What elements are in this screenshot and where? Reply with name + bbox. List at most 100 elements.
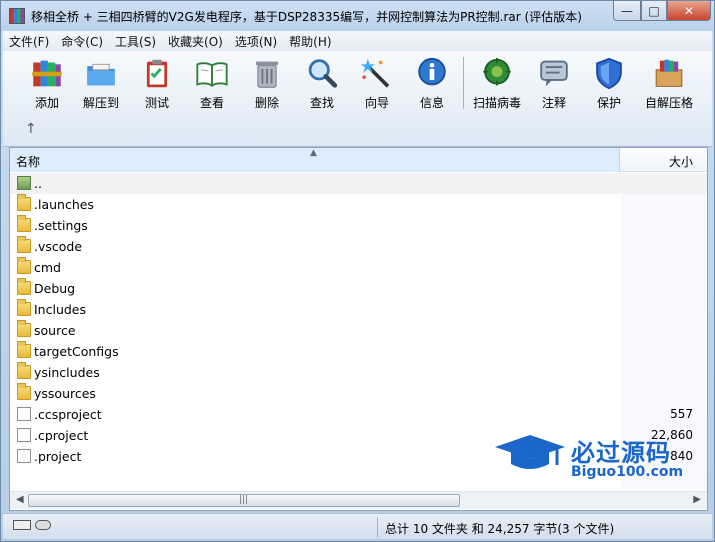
list-item-name: Includes xyxy=(34,302,87,317)
app-window: 移相全桥 + 三相四桥臂的V2G发电程序，基于DSP28335编写，并网控制算法… xyxy=(0,0,715,542)
menu-help[interactable]: 帮助(H) xyxy=(283,31,337,51)
list-item-size: 557 xyxy=(670,407,693,421)
list-item[interactable]: .ccsproject 557 xyxy=(10,404,707,425)
menu-file[interactable]: 文件(F) xyxy=(3,31,55,51)
column-size-label: 大小 xyxy=(668,155,693,169)
info-button[interactable]: 信息 xyxy=(404,55,460,111)
folder-icon xyxy=(17,278,31,295)
scrollbar-thumb[interactable]: ||| xyxy=(28,494,460,507)
folder-extract-icon xyxy=(87,63,115,86)
folder-icon xyxy=(17,341,31,358)
list-item-name: ysincludes xyxy=(34,365,100,380)
folder-icon xyxy=(17,383,31,400)
folder-icon xyxy=(17,236,31,253)
wand-icon xyxy=(360,58,390,88)
view-label: 查看 xyxy=(199,96,224,110)
list-item-name: .settings xyxy=(34,218,88,233)
list-item-name: .ccsproject xyxy=(34,407,102,422)
list-item[interactable]: .settings xyxy=(10,215,707,236)
delete-label: 删除 xyxy=(254,96,279,110)
virus-scan-icon xyxy=(483,57,511,86)
list-item-name: Debug xyxy=(34,281,76,296)
folder-icon xyxy=(17,320,31,337)
toolbar: 添加 解压到 测试 查看 删除 查找 向导 信息 扫描病毒 注释 保护 自解压格… xyxy=(3,51,712,147)
file-icon xyxy=(17,449,31,463)
list-item[interactable]: Includes xyxy=(10,299,707,320)
extract-to-button[interactable]: 解压到 xyxy=(73,55,129,111)
file-rows: .. .launches .settings .vscode cmd Debug xyxy=(10,173,707,467)
info-label: 信息 xyxy=(419,96,444,110)
menu-favorites[interactable]: 收藏夹(O) xyxy=(162,31,229,51)
books-add-icon xyxy=(32,60,62,87)
scrollbar-grip-icon: ||| xyxy=(239,495,249,505)
folder-icon xyxy=(17,215,31,232)
folder-icon xyxy=(17,362,31,379)
winrar-app-icon[interactable] xyxy=(9,8,25,24)
folder-icon xyxy=(17,257,31,274)
watermark-subtitle: Biguo100.com xyxy=(571,464,684,480)
key-icon[interactable] xyxy=(35,520,51,530)
list-item-parent[interactable]: .. xyxy=(10,173,707,194)
title-bar[interactable]: 移相全桥 + 三相四桥臂的V2G发电程序，基于DSP28335编写，并网控制算法… xyxy=(1,1,714,31)
test-button[interactable]: 测试 xyxy=(129,55,185,111)
find-label: 查找 xyxy=(309,96,334,110)
menu-options[interactable]: 选项(N) xyxy=(229,31,283,51)
clipboard-test-icon xyxy=(146,59,168,88)
close-button[interactable]: ✕ xyxy=(667,1,711,21)
list-item[interactable]: ysincludes xyxy=(10,362,707,383)
window-title: 移相全桥 + 三相四桥臂的V2G发电程序，基于DSP28335编写，并网控制算法… xyxy=(31,10,582,24)
protect-button[interactable]: 保护 xyxy=(581,55,637,111)
watermark-title: 必过源码 xyxy=(571,439,671,467)
maximize-button[interactable]: □ xyxy=(641,1,667,21)
book-view-icon xyxy=(196,62,228,87)
protect-label: 保护 xyxy=(596,96,621,110)
wizard-label: 向导 xyxy=(364,96,389,110)
folder-icon xyxy=(17,194,31,211)
list-item-name: .launches xyxy=(34,197,94,212)
column-header-name[interactable]: 名称 ▲ xyxy=(10,148,620,172)
column-header-size[interactable]: 大小 xyxy=(621,148,707,172)
add-label: 添加 xyxy=(34,96,59,110)
list-item[interactable]: .launches xyxy=(10,194,707,215)
folder-icon xyxy=(17,299,31,316)
scroll-left-icon[interactable]: ◀ xyxy=(16,494,24,505)
view-button[interactable]: 查看 xyxy=(184,55,240,111)
list-item[interactable]: targetConfigs xyxy=(10,341,707,362)
minimize-button[interactable]: — xyxy=(613,1,641,21)
menu-command[interactable]: 命令(C) xyxy=(55,31,109,51)
parent-folder-icon xyxy=(17,176,31,190)
horizontal-scrollbar[interactable]: ◀ ||| ▶ xyxy=(10,491,707,509)
wizard-button[interactable]: 向导 xyxy=(349,55,405,111)
find-button[interactable]: 查找 xyxy=(294,55,350,111)
toolbar-separator xyxy=(463,57,464,109)
list-item-name: .project xyxy=(34,449,82,464)
list-item[interactable]: source xyxy=(10,320,707,341)
list-item-name: .cproject xyxy=(34,428,89,443)
list-item-name: .vscode xyxy=(34,239,83,254)
file-icon xyxy=(17,407,31,421)
graduation-cap-icon xyxy=(495,435,565,469)
list-item-name: targetConfigs xyxy=(34,344,119,359)
comment-button[interactable]: 注释 xyxy=(526,55,582,111)
scroll-right-icon[interactable]: ▶ xyxy=(693,494,701,505)
sfx-button[interactable]: 自解压格 xyxy=(641,55,697,111)
add-button[interactable]: 添加 xyxy=(19,55,75,111)
sfx-label: 自解压格 xyxy=(644,96,693,110)
virus-scan-button[interactable]: 扫描病毒 xyxy=(469,55,525,111)
drive-icon[interactable] xyxy=(13,520,31,530)
info-icon xyxy=(418,57,446,86)
list-item[interactable]: yssources xyxy=(10,383,707,404)
list-item-name: yssources xyxy=(34,386,96,401)
trash-icon xyxy=(256,61,278,88)
test-label: 测试 xyxy=(144,96,169,110)
list-item-name: .. xyxy=(34,176,42,191)
sort-ascending-icon: ▲ xyxy=(310,148,317,158)
list-item-name: cmd xyxy=(34,260,61,275)
list-item[interactable]: Debug xyxy=(10,278,707,299)
list-item[interactable]: .vscode xyxy=(10,236,707,257)
delete-button[interactable]: 删除 xyxy=(239,55,295,111)
menu-tools[interactable]: 工具(S) xyxy=(109,31,162,51)
list-item[interactable]: cmd xyxy=(10,257,707,278)
file-icon xyxy=(17,428,31,442)
up-folder-button[interactable]: ↑ xyxy=(25,121,37,137)
